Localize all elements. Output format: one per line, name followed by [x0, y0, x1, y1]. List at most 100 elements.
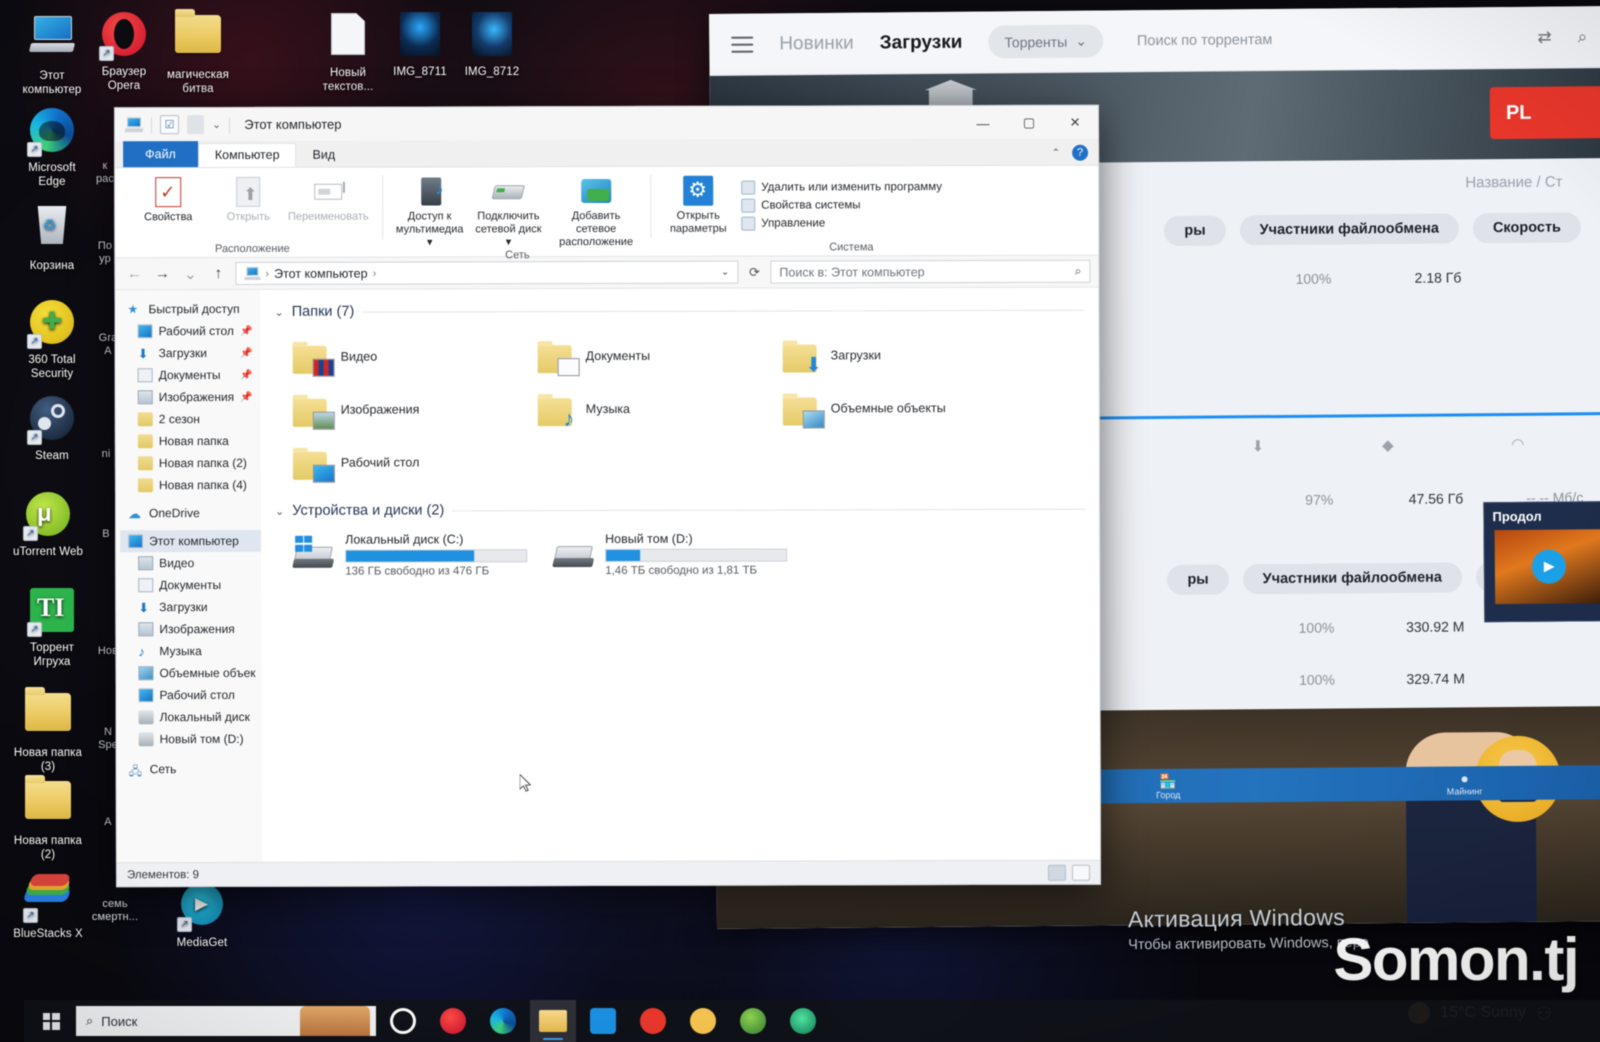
- desktop-icon-partial[interactable]: семь смертн...: [80, 898, 150, 925]
- promo-card[interactable]: Продол: [1483, 501, 1600, 623]
- desktop-icon-folder-magic[interactable]: магическая битва: [148, 9, 248, 96]
- up-arrow-icon[interactable]: ↑: [207, 265, 229, 282]
- taskbar-item-edge[interactable]: [480, 1000, 526, 1042]
- torrent-nav-new[interactable]: Новинки: [779, 32, 854, 55]
- torrent-search-input[interactable]: Поиск по торрентам: [1129, 29, 1512, 49]
- breadcrumb[interactable]: › Этот компьютер › ⌄: [235, 260, 739, 285]
- drive-tile-d[interactable]: Новый том (D:) 1,46 ТБ свободно из 1,81 …: [535, 528, 795, 578]
- hamburger-icon[interactable]: [731, 36, 754, 53]
- forward-arrow-icon[interactable]: →: [151, 265, 173, 282]
- ribbon-button-map-drive[interactable]: Подключить сетевой диск ▾: [472, 175, 545, 249]
- share-icon[interactable]: ⇄: [1537, 27, 1551, 47]
- column-chip-peers-b[interactable]: Участники файлообмена: [1242, 562, 1463, 595]
- nav-item-new-volume-d[interactable]: Новый том (D:): [121, 728, 262, 750]
- windows-taskbar[interactable]: ⌕ Поиск: [24, 1000, 1600, 1042]
- drive-tile-c[interactable]: Локальный диск (C:) 136 ГБ свободно из 4…: [275, 528, 535, 578]
- nav-item-music[interactable]: ♪ Музыка: [120, 640, 261, 662]
- desktop-icon-utorrent-web[interactable]: μ uTorrent Web: [0, 490, 98, 559]
- tab-view[interactable]: Вид: [297, 143, 352, 167]
- taskbar-item-avito[interactable]: [730, 1000, 776, 1042]
- nav-item-documents[interactable]: Документы 📌: [120, 364, 261, 386]
- group-header-folders[interactable]: ⌄ Папки (7): [274, 302, 1085, 320]
- ribbon-button-open-settings[interactable]: ⚙ Открыть параметры: [661, 175, 735, 236]
- ribbon-item-manage[interactable]: Управление: [741, 216, 942, 231]
- ribbon-tabs[interactable]: Файл Компьютер Вид ⌃ ?: [115, 139, 1099, 169]
- play-icon[interactable]: [1531, 549, 1567, 584]
- taskbar-item-movies-tv[interactable]: [580, 1000, 626, 1042]
- bottom-bar-mining[interactable]: ● Майнинг: [1447, 770, 1483, 796]
- properties-icon[interactable]: [187, 115, 205, 135]
- desktop-icon-mediaget[interactable]: ▶ MediaGet: [152, 880, 252, 950]
- tab-computer[interactable]: Компьютер: [197, 142, 297, 168]
- torrent-nav-downloads[interactable]: Загрузки: [880, 31, 963, 54]
- nav-item-new-folder-2[interactable]: Новая папка (2): [120, 452, 261, 474]
- search-icon[interactable]: ⌕: [1578, 27, 1588, 47]
- torrent-filter-dropdown[interactable]: Торренты ⌄: [988, 24, 1104, 59]
- recent-caret-icon[interactable]: ⌄: [179, 265, 201, 283]
- chevron-down-icon[interactable]: ⌄: [721, 267, 729, 278]
- taskbar-item-cortana[interactable]: [380, 1000, 426, 1042]
- nav-item-documents-2[interactable]: Документы: [120, 574, 261, 596]
- navigation-pane[interactable]: ★ Быстрый доступ Рабочий стол 📌 ⬇ Загруз…: [115, 289, 262, 863]
- folder-tile-videos[interactable]: Видео: [275, 329, 520, 383]
- hero-play-button[interactable]: PL: [1489, 86, 1600, 140]
- folder-tile-music[interactable]: ♪ Музыка: [520, 382, 765, 436]
- nav-item-desktop-2[interactable]: Рабочий стол: [120, 684, 261, 706]
- nav-item-desktop[interactable]: Рабочий стол 📌: [120, 320, 261, 342]
- taskbar-item-opera[interactable]: [430, 1000, 476, 1042]
- ribbon-button-properties[interactable]: ✓ Свойства: [131, 176, 205, 224]
- drive-tiles[interactable]: Локальный диск (C:) 136 ГБ свободно из 4…: [275, 527, 1085, 578]
- ribbon-item-uninstall[interactable]: Удалить или изменить программу: [741, 180, 942, 195]
- nav-item-season-2[interactable]: 2 сезон: [120, 408, 261, 430]
- nav-item-local-disk[interactable]: Локальный диск: [121, 706, 262, 728]
- content-pane[interactable]: ⌄ Папки (7) Видео Документы ⬇ Загрузки И…: [260, 287, 1100, 862]
- large-icons-view-icon[interactable]: [1071, 864, 1091, 881]
- taskbar-item-yandex[interactable]: [630, 1000, 676, 1042]
- taskbar-item-file-explorer[interactable]: [530, 1000, 576, 1042]
- folder-tile-3d-objects[interactable]: Объемные объекты: [765, 381, 1010, 435]
- close-button[interactable]: ✕: [1052, 106, 1098, 140]
- refresh-icon[interactable]: ⟳: [744, 264, 764, 280]
- breadcrumb-separator-2[interactable]: ›: [373, 267, 377, 279]
- nav-item-pictures-2[interactable]: Изображения: [120, 618, 261, 640]
- taskbar-item-mail-ru[interactable]: [680, 1000, 726, 1042]
- back-arrow-icon[interactable]: ←: [123, 265, 145, 282]
- folder-tile-pictures[interactable]: Изображения: [275, 382, 520, 436]
- column-chip-peers-0[interactable]: ры: [1164, 215, 1226, 246]
- ribbon[interactable]: ✓ Свойства ⬆ Открыть I Переименовать Рас…: [115, 165, 1099, 261]
- bottom-bar-city[interactable]: 🏪 Город: [1156, 772, 1180, 799]
- taskbar-search-input[interactable]: ⌕ Поиск: [76, 1006, 376, 1036]
- column-chip-peers[interactable]: Участники файлообмена: [1239, 213, 1460, 246]
- details-view-icon[interactable]: [1047, 864, 1067, 881]
- view-buttons[interactable]: [1047, 864, 1091, 881]
- folder-tiles[interactable]: Видео Документы ⬇ Загрузки Изображения ♪…: [275, 328, 1085, 489]
- group-header-drives[interactable]: ⌄ Устройства и диски (2): [275, 501, 1086, 519]
- nav-item-downloads-2[interactable]: ⬇ Загрузки: [120, 596, 261, 618]
- nav-item-this-pc[interactable]: Этот компьютер: [120, 529, 262, 553]
- nav-item-quick-access[interactable]: ★ Быстрый доступ: [119, 298, 260, 320]
- nav-item-downloads[interactable]: ⬇ Загрузки 📌: [120, 342, 261, 364]
- checkbox-icon[interactable]: ☑: [160, 115, 180, 135]
- window-controls[interactable]: — ▢ ✕: [960, 106, 1098, 140]
- nav-item-3d-objects[interactable]: Объемные объек: [120, 662, 261, 684]
- ribbon-system-list[interactable]: Удалить или изменить программу Свойства …: [741, 174, 942, 231]
- nav-item-network[interactable]: 🖧 Сеть: [121, 758, 262, 780]
- folder-tile-documents[interactable]: Документы: [520, 329, 765, 383]
- search-input[interactable]: Поиск в: Этот компьютер ⌕: [770, 259, 1091, 284]
- ribbon-tab-right-controls[interactable]: ⌃ ?: [1052, 144, 1089, 161]
- folder-tile-desktop[interactable]: Рабочий стол: [275, 435, 520, 489]
- help-icon[interactable]: ?: [1072, 144, 1089, 161]
- ribbon-item-system-properties[interactable]: Свойства системы: [741, 198, 942, 213]
- explorer-title-bar[interactable]: ☑ ⌄ Этот компьютер — ▢ ✕: [114, 105, 1099, 143]
- nav-item-onedrive[interactable]: ☁ OneDrive: [120, 502, 261, 524]
- taskbar-item-opera-gx[interactable]: [780, 1000, 826, 1042]
- column-chip-peers-0-b[interactable]: ры: [1167, 564, 1229, 595]
- ribbon-button-add-network-location[interactable]: Добавить сетевое расположение: [551, 175, 642, 249]
- column-chip-speed[interactable]: Скорость: [1472, 212, 1582, 244]
- nav-item-videos[interactable]: Видео: [120, 552, 261, 574]
- ribbon-button-media-access[interactable]: ♪ Доступ к мультимедиа ▾: [393, 175, 466, 249]
- file-explorer-window[interactable]: ☑ ⌄ Этот компьютер — ▢ ✕ Файл Компьютер …: [113, 104, 1102, 888]
- chevron-down-icon[interactable]: ⌄: [275, 504, 284, 517]
- start-button[interactable]: [30, 1000, 72, 1042]
- desktop-icon-img-8712[interactable]: IMG_8712: [442, 10, 542, 79]
